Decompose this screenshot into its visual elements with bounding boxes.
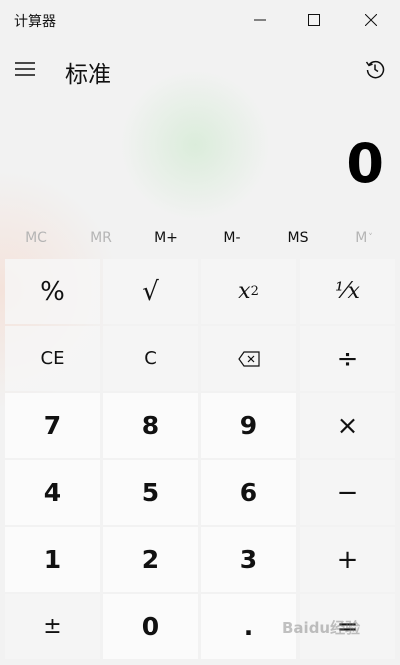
- chevron-down-icon: ˅: [368, 233, 373, 243]
- digit-9-label: 9: [239, 411, 258, 440]
- digit-0-label: 0: [141, 612, 160, 641]
- digit-1-label: 1: [43, 545, 62, 574]
- clear-entry-label: CE: [40, 348, 65, 369]
- hamburger-icon: [15, 62, 35, 76]
- subtract-button[interactable]: −: [300, 460, 395, 525]
- digit-4-label: 4: [43, 478, 62, 507]
- clear-entry-button[interactable]: CE: [5, 326, 100, 391]
- memory-store-label: MS: [287, 230, 309, 246]
- digit-7-label: 7: [43, 411, 62, 440]
- memory-subtract-label: M-: [223, 230, 241, 246]
- memory-store-button[interactable]: MS: [266, 222, 330, 254]
- result-display: 0: [346, 132, 384, 195]
- history-icon: [365, 60, 385, 79]
- digit-7-button[interactable]: 7: [5, 393, 100, 458]
- multiply-label: ×: [336, 410, 359, 441]
- keypad: % √ x2 ¹⁄x CE C ÷ 7 8 9 × 4 5 6 − 1 2 3 …: [5, 259, 396, 660]
- add-button[interactable]: +: [300, 527, 395, 592]
- close-icon: [365, 14, 377, 26]
- digit-5-label: 5: [141, 478, 160, 507]
- memory-row: MC MR M+ M- MS M ˅: [4, 222, 396, 254]
- sqrt-button[interactable]: √: [103, 259, 198, 324]
- memory-recall-button[interactable]: MR: [69, 222, 133, 254]
- history-button[interactable]: [360, 54, 390, 84]
- digit-9-button[interactable]: 9: [201, 393, 296, 458]
- digit-3-label: 3: [239, 545, 258, 574]
- equals-label: =: [336, 611, 359, 642]
- maximize-icon: [308, 14, 320, 26]
- header-bar: 标准: [0, 46, 400, 96]
- add-label: +: [336, 544, 359, 575]
- title-bar[interactable]: 计算器: [0, 0, 400, 40]
- digit-4-button[interactable]: 4: [5, 460, 100, 525]
- backspace-icon: [237, 350, 260, 367]
- digit-3-button[interactable]: 3: [201, 527, 296, 592]
- decimal-button[interactable]: .: [201, 594, 296, 659]
- close-button[interactable]: [343, 0, 399, 40]
- subtract-label: −: [336, 477, 359, 508]
- calculator-window: 计算器 标准 0 MC MR M+ M- MS M ˅ % √ x 2 ¹⁄x …: [0, 0, 400, 665]
- memory-clear-button[interactable]: MC: [4, 222, 68, 254]
- sqrt-label: √: [142, 276, 159, 307]
- digit-5-button[interactable]: 5: [103, 460, 198, 525]
- digit-6-label: 6: [239, 478, 258, 507]
- equals-button[interactable]: =: [300, 594, 395, 659]
- divide-label: ÷: [336, 343, 359, 374]
- reciprocal-label: ¹⁄x: [335, 279, 360, 304]
- negate-button[interactable]: ±: [5, 594, 100, 659]
- digit-1-button[interactable]: 1: [5, 527, 100, 592]
- minimize-icon: [254, 19, 266, 21]
- digit-6-button[interactable]: 6: [201, 460, 296, 525]
- digit-2-label: 2: [141, 545, 160, 574]
- percent-label: %: [40, 276, 65, 307]
- multiply-button[interactable]: ×: [300, 393, 395, 458]
- clear-label: C: [144, 348, 157, 369]
- percent-button[interactable]: %: [5, 259, 100, 324]
- digit-8-button[interactable]: 8: [103, 393, 198, 458]
- square-label: x: [238, 279, 251, 304]
- negate-label: ±: [43, 614, 62, 639]
- divide-button[interactable]: ÷: [300, 326, 395, 391]
- clear-button[interactable]: C: [103, 326, 198, 391]
- mode-title: 标准: [65, 62, 111, 88]
- square-button[interactable]: x2: [201, 259, 296, 324]
- menu-button[interactable]: [10, 54, 40, 84]
- square-exponent: 2: [250, 284, 259, 299]
- digit-8-label: 8: [141, 411, 160, 440]
- app-title: 计算器: [14, 14, 56, 30]
- memory-list-button[interactable]: M ˅: [332, 222, 396, 254]
- digit-0-button[interactable]: 0: [103, 594, 198, 659]
- memory-subtract-button[interactable]: M-: [200, 222, 264, 254]
- memory-list-label: M: [355, 230, 368, 246]
- reciprocal-button[interactable]: ¹⁄x: [300, 259, 395, 324]
- memory-clear-label: MC: [25, 230, 47, 246]
- memory-add-label: M+: [154, 230, 178, 246]
- decimal-label: .: [243, 612, 254, 641]
- memory-recall-label: MR: [90, 230, 112, 246]
- maximize-button[interactable]: [286, 0, 342, 40]
- minimize-button[interactable]: [232, 0, 288, 40]
- memory-add-button[interactable]: M+: [134, 222, 198, 254]
- backspace-button[interactable]: [201, 326, 296, 391]
- digit-2-button[interactable]: 2: [103, 527, 198, 592]
